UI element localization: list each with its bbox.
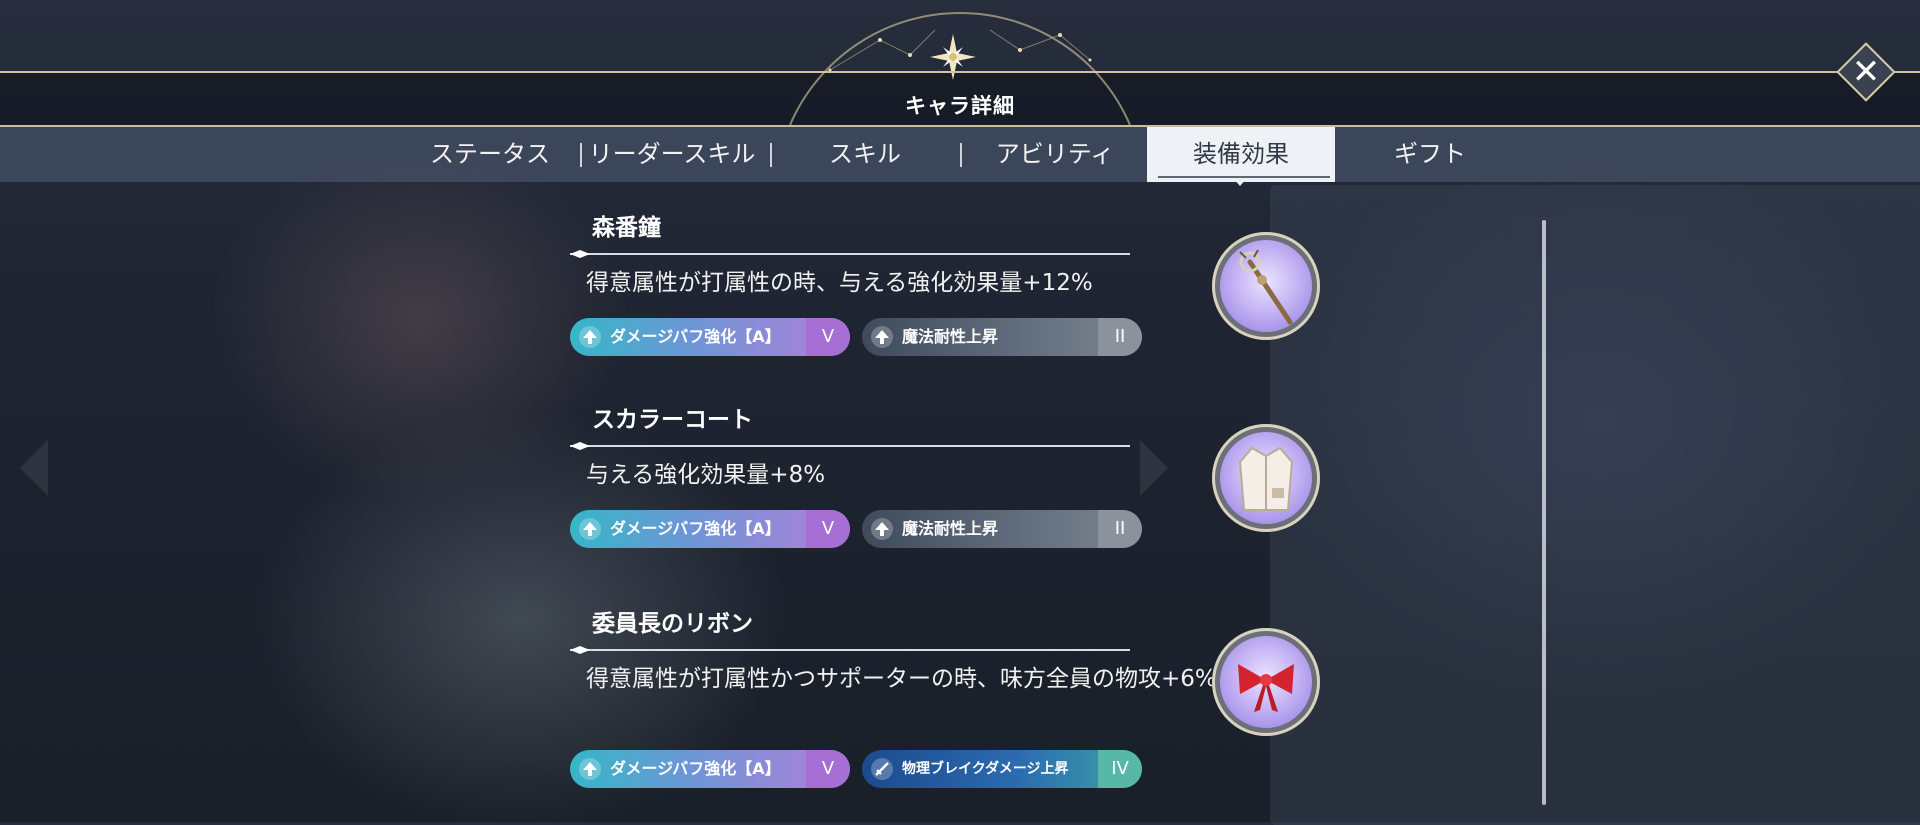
badge-level: IV [1098, 750, 1142, 788]
tab-leader-skill[interactable]: リーダースキル [582, 127, 762, 182]
equipment-name: 委員長のリボン [592, 611, 753, 637]
badge-label: 魔法耐性上昇 [902, 519, 999, 538]
sword-icon [871, 758, 893, 780]
badge-damage-buff[interactable]: ダメージバフ強化【A】 V [570, 750, 850, 788]
ribbon-graphic [1238, 664, 1294, 712]
ribbon-icon[interactable] [1212, 628, 1320, 736]
equipment-description: 与える強化効果量+8% [586, 462, 826, 488]
close-button[interactable]: ✕ [1836, 42, 1896, 102]
badge-damage-buff[interactable]: ダメージバフ強化【A】 V [570, 318, 850, 356]
page-title: キャラ詳細 [905, 94, 1015, 118]
equipment-divider [570, 442, 1130, 450]
tab-skill[interactable]: スキル [775, 127, 955, 182]
equipment-item: スカラーコート 与える強化効果量+8% ダメージバフ強化【A】 V 魔法耐性上昇… [570, 400, 1390, 600]
buff-arrow-icon [579, 518, 601, 540]
staff-bell-icon[interactable] [1212, 232, 1320, 340]
close-icon: ✕ [1851, 52, 1881, 92]
tab-status[interactable]: ステータス [410, 127, 570, 182]
buff-arrow-icon [579, 326, 601, 348]
badge-label: ダメージバフ強化【A】 [610, 519, 781, 538]
badge-damage-buff[interactable]: ダメージバフ強化【A】 V [570, 510, 850, 548]
coat-graphic [1238, 446, 1294, 511]
coat-icon[interactable] [1212, 424, 1320, 532]
badge-magic-resist[interactable]: 魔法耐性上昇 II [862, 318, 1142, 356]
buff-arrow-icon [871, 518, 893, 540]
buff-arrow-icon [579, 758, 601, 780]
equipment-description: 得意属性が打属性かつサポーターの時、味方全員の物攻+6% [586, 666, 1217, 692]
badge-label: ダメージバフ強化【A】 [610, 327, 781, 346]
badge-label: 物理ブレイクダメージ上昇 [902, 761, 1069, 777]
badge-level: V [806, 510, 850, 548]
tab-ability[interactable]: アビリティ [965, 127, 1145, 182]
staff-bell-graphic [1239, 249, 1293, 325]
star-emblem-icon [930, 34, 976, 80]
tab-equipment-effect[interactable]: 装備効果 [1147, 127, 1335, 182]
scrollbar[interactable] [1542, 220, 1546, 805]
equipment-divider [570, 250, 1130, 258]
equipment-divider [570, 646, 1130, 654]
buff-arrow-icon [871, 326, 893, 348]
badge-magic-resist[interactable]: 魔法耐性上昇 II [862, 510, 1142, 548]
tab-separator [960, 143, 962, 167]
equipment-item: 委員長のリボン 得意属性が打属性かつサポーターの時、味方全員の物攻+6% ダメー… [570, 604, 1390, 822]
equipment-description: 得意属性が打属性の時、与える強化効果量+12% [586, 270, 1093, 296]
equipment-item: 森番鐘 得意属性が打属性の時、与える強化効果量+12% ダメージバフ強化【A】 … [570, 208, 1390, 408]
header-top-rule [0, 71, 1920, 73]
active-tab-pointer [1233, 178, 1247, 186]
equipment-name: 森番鐘 [592, 215, 661, 241]
background-left-arrow [20, 440, 48, 496]
badge-level: II [1098, 510, 1142, 548]
tab-separator [580, 143, 582, 167]
badge-label: 魔法耐性上昇 [902, 327, 999, 346]
badge-level: V [806, 318, 850, 356]
badge-label: ダメージバフ強化【A】 [610, 759, 781, 778]
badge-physical-break[interactable]: 物理ブレイクダメージ上昇 IV [862, 750, 1142, 788]
tab-separator [770, 143, 772, 167]
tab-gift[interactable]: ギフト [1340, 127, 1520, 182]
badge-level: V [806, 750, 850, 788]
badge-level: II [1098, 318, 1142, 356]
equipment-name: スカラーコート [592, 407, 753, 433]
